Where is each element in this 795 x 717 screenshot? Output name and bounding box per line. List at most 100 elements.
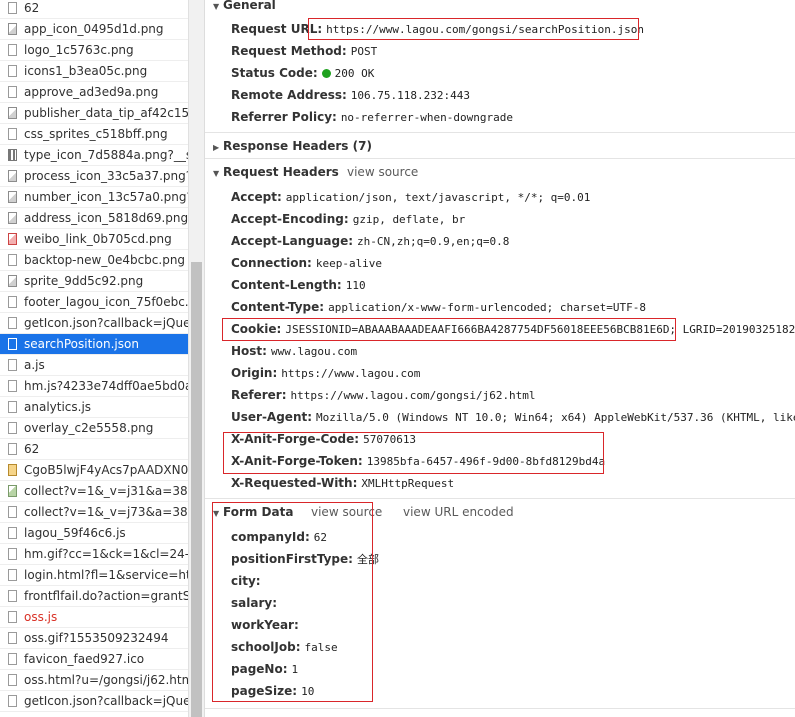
- request-list-scroll-thumb[interactable]: [191, 262, 202, 717]
- request-list-item[interactable]: getIcon.json?callback=jQuery11: [0, 691, 188, 712]
- request-list-item[interactable]: hm.gif?cc=1&ck=1&cl=24-bit&: [0, 544, 188, 565]
- request-header-row: Accept-Encoding: gzip, deflate, br: [231, 208, 465, 230]
- request-list-item[interactable]: favicon_faed927.ico: [0, 649, 188, 670]
- request-list-item-name: oss.gif?1553509232494: [24, 631, 169, 645]
- request-list-item[interactable]: oss.gif?1553509232494: [0, 628, 188, 649]
- request-list-item[interactable]: logo_1c5763c.png: [0, 40, 188, 61]
- file-icon: [8, 422, 17, 434]
- request-header-row-value[interactable]: application/json, text/javascript, */*; …: [286, 191, 591, 204]
- request-header-row-key: Accept:: [231, 190, 282, 204]
- file-icon: [8, 359, 17, 371]
- image-green-icon: [8, 485, 17, 497]
- request-list-item[interactable]: number_icon_13c57a0.png?__s: [0, 187, 188, 208]
- request-list-item[interactable]: a.js: [0, 355, 188, 376]
- request-headers-view-source-link[interactable]: view source: [347, 165, 418, 179]
- request-header-row: X-Requested-With: XMLHttpRequest: [231, 472, 454, 494]
- file-icon: [8, 380, 17, 392]
- request-header-row-value[interactable]: keep-alive: [316, 257, 382, 270]
- request-list-item[interactable]: icons1_b3ea05c.png: [0, 61, 188, 82]
- request-header-row: Content-Type: application/x-www-form-urle…: [231, 296, 646, 318]
- request-list-item[interactable]: weibo_link_0b705cd.png: [0, 229, 188, 250]
- section-divider: [205, 708, 795, 709]
- request-list-item[interactable]: searchPosition.json: [0, 334, 188, 355]
- request-list-item[interactable]: backtop-new_0e4bcbc.png: [0, 250, 188, 271]
- request-list-item[interactable]: address_icon_5818d69.png?__s: [0, 208, 188, 229]
- file-icon: [8, 128, 17, 140]
- file-icon: [8, 527, 17, 539]
- request-list-item[interactable]: hm.js?4233e74dff0ae5bd0a3d8: [0, 376, 188, 397]
- request-header-row: User-Agent: Mozilla/5.0 (Windows NT 10.0;…: [231, 406, 795, 428]
- request-header-row: Connection: keep-alive: [231, 252, 382, 274]
- request-headers-section-header[interactable]: ▼ Request Headers: [213, 162, 339, 182]
- request-list-scrollbar[interactable]: [188, 0, 204, 717]
- request-list-item-name: oss.js: [24, 610, 58, 624]
- request-list-item-name: address_icon_5818d69.png?__s: [24, 211, 188, 225]
- request-header-row-value[interactable]: application/x-www-form-urlencoded; chars…: [328, 301, 646, 314]
- request-list-item[interactable]: collect?v=1&_v=j73&a=381755: [0, 502, 188, 523]
- request-list-item-name: logo_1c5763c.png: [24, 43, 134, 57]
- request-header-row-value[interactable]: zh-CN,zh;q=0.9,en;q=0.8: [357, 235, 509, 248]
- section-divider: [205, 132, 795, 133]
- request-header-row-key: X-Requested-With:: [231, 476, 358, 490]
- form-data-view-url-encoded-link[interactable]: view URL encoded: [403, 505, 514, 519]
- request-list-item[interactable]: publisher_data_tip_af42c15.png: [0, 103, 188, 124]
- request-list-item[interactable]: footer_lagou_icon_75f0ebc.png: [0, 292, 188, 313]
- request-list-item[interactable]: CgoB5lwjF4yAcs7pAADXN0VH.: [0, 460, 188, 481]
- request-header-row-key: Referer:: [231, 388, 287, 402]
- request-list-item[interactable]: app_icon_0495d1d.png: [0, 19, 188, 40]
- request-list-item[interactable]: login.html?fl=1&service=https.: [0, 565, 188, 586]
- request-list-item[interactable]: collect?v=1&_v=j31&a=381755: [0, 481, 188, 502]
- request-header-row-value[interactable]: 110: [346, 279, 366, 292]
- request-list-item[interactable]: approve_ad3ed9a.png: [0, 82, 188, 103]
- status-ok-icon: [321, 69, 331, 78]
- request-header-row-value[interactable]: https://www.lagou.com: [281, 367, 420, 380]
- request-list-item-name: backtop-new_0e4bcbc.png: [24, 253, 186, 267]
- request-list-item[interactable]: overlay_c2e5558.png: [0, 418, 188, 439]
- file-icon: [8, 653, 17, 665]
- request-list-item[interactable]: analytics.js: [0, 397, 188, 418]
- file-icon: [8, 569, 17, 581]
- request-list-item-name: searchPosition.json: [24, 337, 139, 351]
- request-header-row-key: User-Agent:: [231, 410, 313, 424]
- request-list-item[interactable]: lagou_59f46c6.js: [0, 523, 188, 544]
- request-list-item-name: hm.js?4233e74dff0ae5bd0a3d8: [24, 379, 188, 393]
- request-list-item[interactable]: sprite_9dd5c92.png: [0, 271, 188, 292]
- request-header-row-key: Content-Type:: [231, 300, 325, 314]
- request-list-item[interactable]: css_sprites_c518bff.png: [0, 124, 188, 145]
- request-list-item[interactable]: frontflfail.do?action=grantST&t: [0, 586, 188, 607]
- file-icon: [8, 317, 17, 329]
- request-header-row-value[interactable]: XMLHttpRequest: [361, 477, 454, 490]
- request-list-item[interactable]: type_icon_7d5884a.png?__sprite: [0, 145, 188, 166]
- request-header-row-value[interactable]: https://www.lagou.com/gongsi/j62.html: [291, 389, 536, 402]
- file-icon: [8, 86, 17, 98]
- request-header-row-value[interactable]: gzip, deflate, br: [353, 213, 466, 226]
- request-header-row-key: Content-Length:: [231, 278, 342, 292]
- forge-token-highlight-box: [223, 432, 604, 474]
- request-list-item-name: CgoB5lwjF4yAcs7pAADXN0VH.: [24, 463, 188, 477]
- request-list-item-name: number_icon_13c57a0.png?__s: [24, 190, 188, 204]
- file-icon: [8, 443, 17, 455]
- request-list-item-name: lagou_59f46c6.js: [24, 526, 126, 540]
- request-list-item-name: weibo_link_0b705cd.png: [24, 232, 172, 246]
- form-data-highlight-box: [212, 502, 373, 702]
- request-header-row-key: Host:: [231, 344, 267, 358]
- file-icon: [8, 674, 17, 686]
- status-code-row: Status Code: 200 OK: [231, 66, 375, 80]
- request-list-item[interactable]: getIcon.json?callback=jQuery11: [0, 313, 188, 334]
- request-header-row-key: Accept-Encoding:: [231, 212, 349, 226]
- request-list-item[interactable]: 62: [0, 0, 188, 19]
- request-url-highlight-box: [308, 18, 639, 40]
- request-header-row-value[interactable]: Mozilla/5.0 (Windows NT 10.0; Win64; x64…: [316, 411, 795, 424]
- request-header-row: Origin: https://www.lagou.com: [231, 362, 420, 384]
- request-list-item[interactable]: oss.js: [0, 607, 188, 628]
- response-headers-section-header[interactable]: ▶ Response Headers (7): [213, 136, 372, 156]
- request-list-item[interactable]: process_icon_33c5a37.png?__sp: [0, 166, 188, 187]
- collapse-triangle-icon: ▼: [213, 2, 220, 11]
- request-list-item[interactable]: oss.html?u=/gongsi/j62.html&: [0, 670, 188, 691]
- file-icon: [8, 632, 17, 644]
- request-header-row-value[interactable]: www.lagou.com: [271, 345, 357, 358]
- request-list-item[interactable]: 62: [0, 439, 188, 460]
- request-list-item-name: approve_ad3ed9a.png: [24, 85, 159, 99]
- request-header-row-key: Accept-Language:: [231, 234, 354, 248]
- general-section-header[interactable]: ▼ General: [213, 0, 276, 15]
